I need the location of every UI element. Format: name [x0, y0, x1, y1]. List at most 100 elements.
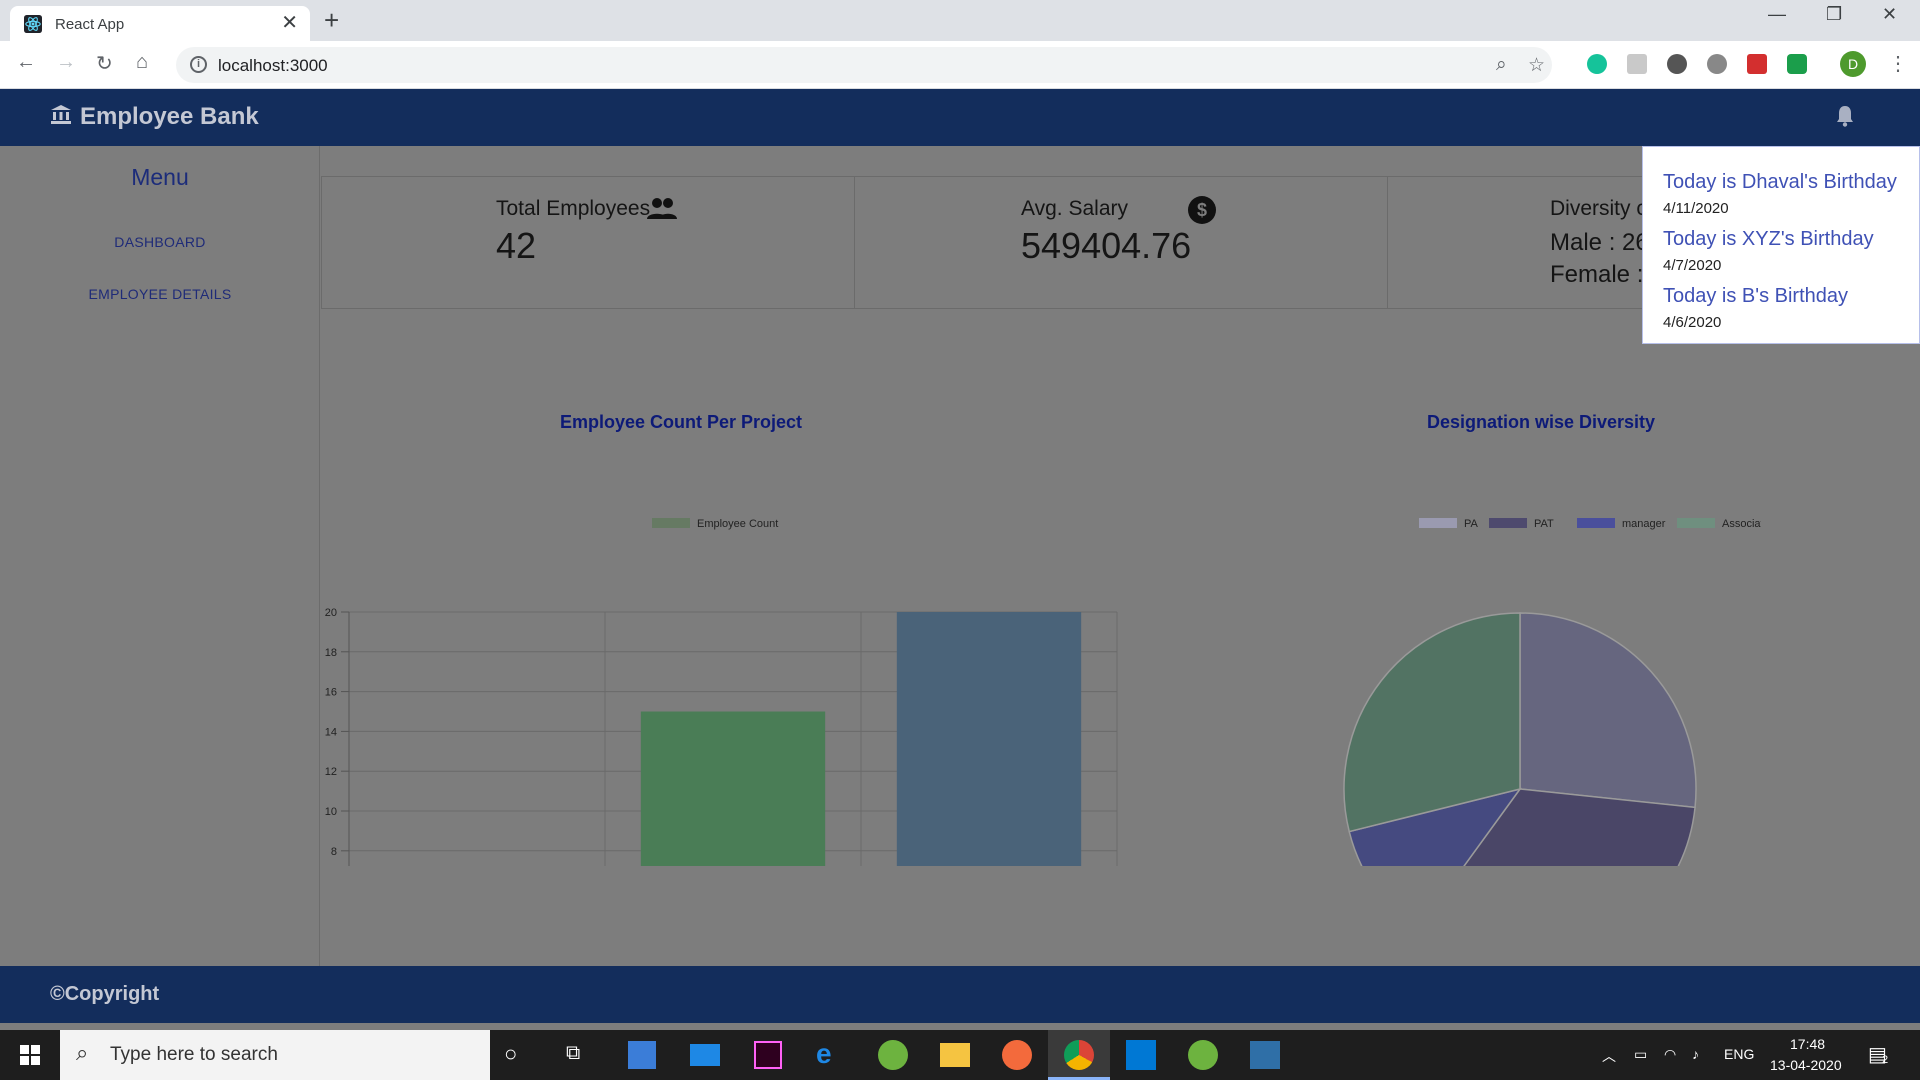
bookmark-star-icon[interactable]: ☆	[1528, 54, 1545, 77]
menu-title: Menu	[131, 164, 189, 190]
settings-extension-icon[interactable]	[1707, 54, 1727, 74]
sidebar-item-employee-details[interactable]: EMPLOYEE DETAILS	[0, 286, 320, 302]
brand-name: Employee Bank	[80, 103, 259, 130]
shield-extension-icon[interactable]	[1787, 54, 1807, 74]
circle-extension-icon[interactable]	[1667, 54, 1687, 74]
wifi-icon[interactable]: ◠	[1664, 1046, 1676, 1063]
red-extension-icon[interactable]	[1747, 54, 1767, 74]
browser-tab[interactable]: React App ✕	[10, 6, 310, 41]
legend-swatch	[1419, 518, 1457, 528]
browser-tab-bar: React App ✕ + — ❐ ✕	[0, 0, 1920, 41]
document-extension-icon[interactable]	[1627, 54, 1647, 74]
birthday-notifications-popover: Today is Dhaval's Birthday 4/11/2020 Tod…	[1642, 146, 1920, 344]
browser-toolbar: ← → ↻ ⌂ i localhost:3000 ⌕ ☆ D ⋮	[0, 41, 1920, 89]
minimize-icon[interactable]: —	[1768, 4, 1786, 25]
y-tick-label: 16	[325, 687, 337, 699]
show-hidden-icons[interactable]: ︿	[1602, 1046, 1616, 1066]
back-icon[interactable]: ←	[16, 51, 36, 74]
windows-start-icon[interactable]	[20, 1045, 40, 1065]
bank-icon	[51, 105, 71, 124]
notification-bell-icon[interactable]	[1836, 105, 1854, 127]
sidebar-item-dashboard[interactable]: DASHBOARD	[0, 234, 320, 250]
volume-icon[interactable]: ♪	[1692, 1046, 1699, 1062]
employee-count-bar-chart: Employee Count02468101214161820DTAG Nemo…	[325, 518, 1118, 866]
store-icon[interactable]	[628, 1041, 656, 1069]
legend-label: manager	[1622, 518, 1666, 530]
notification-item[interactable]: Today is XYZ's Birthday 4/7/2020	[1663, 228, 1874, 274]
people-icon	[647, 198, 677, 219]
language-indicator[interactable]: ENG	[1724, 1046, 1754, 1062]
vscode-icon[interactable]	[1126, 1040, 1156, 1070]
notification-date: 4/11/2020	[1663, 200, 1729, 217]
y-tick-label: 8	[331, 846, 337, 858]
task-view-icon[interactable]: ⧉	[566, 1042, 600, 1074]
taskbar-search-placeholder: Type here to search	[110, 1044, 278, 1065]
avg-salary-value: 549404.76	[1021, 225, 1192, 266]
cortana-icon[interactable]: ○	[504, 1041, 538, 1073]
forward-icon[interactable]: →	[56, 51, 76, 74]
pie-slice-pa	[1519, 612, 1697, 809]
file-explorer-icon[interactable]	[940, 1043, 970, 1067]
brand[interactable]: Employee Bank	[50, 103, 259, 131]
clock-date[interactable]: 13-04-2020	[1770, 1057, 1842, 1073]
y-tick-label: 20	[325, 607, 337, 619]
grammarly-extension-icon[interactable]	[1587, 54, 1607, 74]
legend-swatch	[652, 518, 690, 528]
edge-icon[interactable]: e	[816, 1038, 850, 1070]
postman-icon[interactable]	[1002, 1040, 1032, 1070]
sidebar: Menu DASHBOARD EMPLOYEE DETAILS	[0, 146, 320, 966]
close-tab-icon[interactable]: ✕	[281, 13, 298, 33]
app-footer: ©Copyright	[0, 966, 1920, 1023]
avg-salary-label: Avg. Salary	[1021, 197, 1128, 220]
svg-text:$: $	[1197, 200, 1207, 220]
url-text[interactable]: localhost:3000	[218, 56, 328, 76]
mysql-workbench-icon[interactable]	[1250, 1041, 1280, 1069]
site-info-icon[interactable]: i	[190, 56, 207, 73]
legend-label: PA	[1464, 518, 1479, 530]
tab-title: React App	[55, 16, 125, 33]
restore-icon[interactable]: ❐	[1826, 4, 1842, 25]
clock-time[interactable]: 17:48	[1790, 1036, 1825, 1052]
designation-diversity-pie-chart: PA PAT manager Associate	[1343, 518, 1761, 866]
bar-ubs-wmpc	[640, 711, 826, 866]
taskbar-search-input[interactable]: ⌕ Type here to search	[60, 1030, 490, 1080]
mail-icon[interactable]	[690, 1044, 720, 1066]
home-icon[interactable]: ⌂	[136, 51, 148, 74]
windows-taskbar: ⌕ Type here to search ○ ⧉ e ︿ ▭ ◠ ♪ ENG …	[0, 1030, 1920, 1080]
pie-chart-title: Designation wise Diversity	[1426, 412, 1656, 432]
window-close-icon[interactable]: ✕	[1882, 4, 1897, 25]
total-employees-value: 42	[496, 225, 537, 266]
legend-label: Employee Count	[697, 518, 778, 530]
zoom-icon[interactable]: ⌕	[1496, 54, 1507, 76]
notification-date: 4/6/2020	[1663, 314, 1722, 331]
avg-salary-card: Avg. Salary $ 549404.76	[854, 176, 1388, 309]
notification-title[interactable]: Today is B's Birthday	[1663, 285, 1848, 308]
address-bar[interactable]: i localhost:3000 ⌕ ☆	[176, 47, 1552, 83]
y-tick-label: 12	[325, 766, 337, 778]
bar-dtag-dive	[896, 612, 1082, 866]
app-header: Employee Bank	[0, 89, 1920, 146]
y-tick-label: 10	[325, 806, 337, 818]
spring-tool-icon[interactable]	[878, 1040, 908, 1070]
adobe-xd-icon[interactable]	[754, 1041, 782, 1069]
reload-icon[interactable]: ↻	[96, 51, 113, 76]
legend-swatch	[1677, 518, 1715, 528]
diversity-female: Female :	[1550, 261, 1644, 288]
notification-item[interactable]: Today is B's Birthday 4/6/2020	[1663, 285, 1848, 331]
notification-date: 4/7/2020	[1663, 257, 1722, 274]
new-tab-icon[interactable]: +	[324, 6, 339, 34]
legend-label: Associate	[1722, 518, 1761, 530]
notification-title[interactable]: Today is XYZ's Birthday	[1663, 228, 1874, 251]
y-tick-label: 18	[325, 647, 337, 659]
copyright-text: ©Copyright	[50, 983, 160, 1005]
notification-item[interactable]: Today is Dhaval's Birthday 4/11/2020	[1663, 171, 1897, 217]
legend-swatch	[1577, 518, 1615, 528]
legend-label: PAT	[1534, 518, 1554, 530]
battery-icon[interactable]: ▭	[1634, 1046, 1647, 1063]
spring-boot-icon[interactable]	[1188, 1040, 1218, 1070]
notification-title[interactable]: Today is Dhaval's Birthday	[1663, 171, 1897, 194]
profile-avatar[interactable]: D	[1840, 51, 1866, 77]
browser-menu-icon[interactable]: ⋮	[1888, 51, 1908, 76]
react-icon	[24, 15, 42, 33]
chrome-icon[interactable]	[1064, 1040, 1094, 1070]
